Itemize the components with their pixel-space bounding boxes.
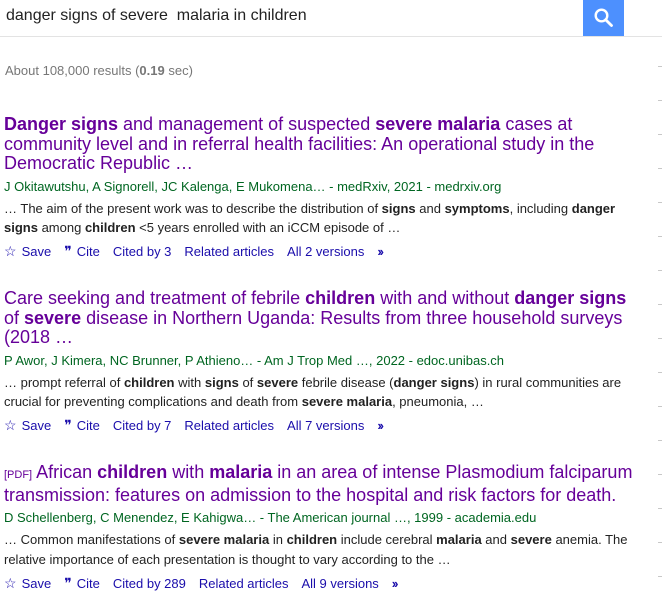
highlighted-term: danger signs [393,374,475,390]
star-icon: ☆ [4,417,17,433]
result-snippet: … The aim of the present work was to des… [4,199,644,238]
result-actions: ☆ Save ❞ Cite Cited by 289 Related article… [4,573,644,593]
results-stats: About 108,000 results (0.19 sec) [5,63,193,78]
quote-icon: ❞ [64,417,72,433]
highlighted-term: signs [381,200,416,216]
text-segment: African [36,462,98,482]
text-segment: in [269,532,287,547]
text-segment: of [4,307,25,328]
result-snippet: … prompt referral of children with signs… [4,373,644,412]
highlighted-term: children [286,532,338,547]
search-result: [PDF] African children with malaria in a… [4,462,644,593]
save-button[interactable]: ☆ Save [4,243,51,260]
result-authors: J Okitawutshu, A Signorell, JC Kalenga, … [4,178,502,194]
search-bar [0,0,662,37]
highlighted-term: children [97,462,168,482]
save-button[interactable]: ☆ Save [4,575,51,592]
quote-icon: ❞ [64,574,72,591]
result-actions: ☆ Save ❞ Cite Cited by 3 Related articles … [4,242,644,262]
text-segment: febrile disease ( [298,374,394,390]
quote-icon: ❞ [64,243,72,259]
cite-button[interactable]: ❞ Cite [64,417,100,434]
result-actions: ☆ Save ❞ Cite Cited by 7 Related articles … [4,416,644,436]
double-chevron-icon[interactable]: ›› [392,576,399,591]
related-articles-link[interactable]: Related articles [184,418,274,433]
pdf-tag: [PDF] [4,469,33,481]
text-segment: and [415,200,445,216]
highlighted-term: children [84,220,136,235]
versions-link[interactable]: All 7 versions [287,418,364,433]
text-segment: Care seeking and treatment of febrile [4,288,306,308]
star-icon: ☆ [4,243,17,259]
text-segment: include cerebral [337,532,437,547]
text-segment: with and without [375,288,515,308]
highlighted-term: severe malaria [301,394,393,409]
text-segment: … Common manifestations of [4,532,179,547]
result-title[interactable]: Care seeking and treatment of febrile ch… [4,288,644,348]
text-segment: with [174,374,205,390]
save-button[interactable]: ☆ Save [4,417,51,434]
cited-by-link[interactable]: Cited by 289 [113,576,186,591]
star-icon: ☆ [4,574,17,591]
highlighted-term: signs [204,374,239,390]
text-segment: … The aim of the present work was to des… [4,200,382,216]
related-articles-link[interactable]: Related articles [199,576,289,591]
cite-button[interactable]: ❞ Cite [64,575,100,592]
text-segment: among [37,220,85,235]
highlighted-term: malaria [209,462,273,482]
highlighted-term: malaria [436,532,482,547]
text-segment: , pneumonia, … [392,394,484,409]
highlighted-term: children [123,374,175,390]
highlighted-term: severe [510,532,552,547]
text-segment: of [238,374,257,390]
text-segment: <5 years enrolled with an iCCM episode o… [135,220,401,235]
result-title[interactable]: Danger signs and management of suspected… [4,114,644,174]
highlighted-term: danger signs [514,288,627,308]
highlighted-term: severe malaria [178,532,270,547]
result-authors: D Schellenberg, C Menendez, E Kahigwa… -… [4,510,537,525]
search-icon [594,8,613,27]
result-title[interactable]: [PDF] African children with malaria in a… [4,462,644,505]
related-articles-link[interactable]: Related articles [184,244,274,259]
search-input[interactable] [6,7,576,25]
result-authors: P Awor, J Kimera, NC Brunner, P Athieno…… [4,352,505,368]
highlighted-term: severe malaria [375,114,501,134]
cited-by-link[interactable]: Cited by 7 [113,418,172,433]
highlighted-term: severe [256,374,299,390]
scroll-gutter [642,36,662,602]
double-chevron-icon[interactable]: ›› [377,244,384,259]
text-segment: … prompt referral of [4,374,124,390]
text-segment: , including [509,200,572,216]
versions-link[interactable]: All 9 versions [301,576,378,591]
highlighted-term: Danger signs [4,114,119,134]
versions-link[interactable]: All 2 versions [287,244,364,259]
highlighted-term: symptoms [444,200,510,216]
double-chevron-icon[interactable]: ›› [377,418,384,433]
text-segment: and management of suspected [118,114,376,134]
cite-button[interactable]: ❞ Cite [64,243,100,260]
cited-by-link[interactable]: Cited by 3 [113,244,172,259]
search-result: Care seeking and treatment of febrile ch… [4,288,644,436]
highlighted-term: children [305,288,376,308]
search-button[interactable] [583,0,624,36]
text-segment: with [167,462,210,482]
search-result: Danger signs and management of suspected… [4,114,644,262]
text-segment: disease in Northern Uganda: Results from… [4,307,623,347]
text-segment: and [481,532,511,547]
result-snippet: … Common manifestations of severe malari… [4,530,644,569]
highlighted-term: severe [24,307,82,328]
